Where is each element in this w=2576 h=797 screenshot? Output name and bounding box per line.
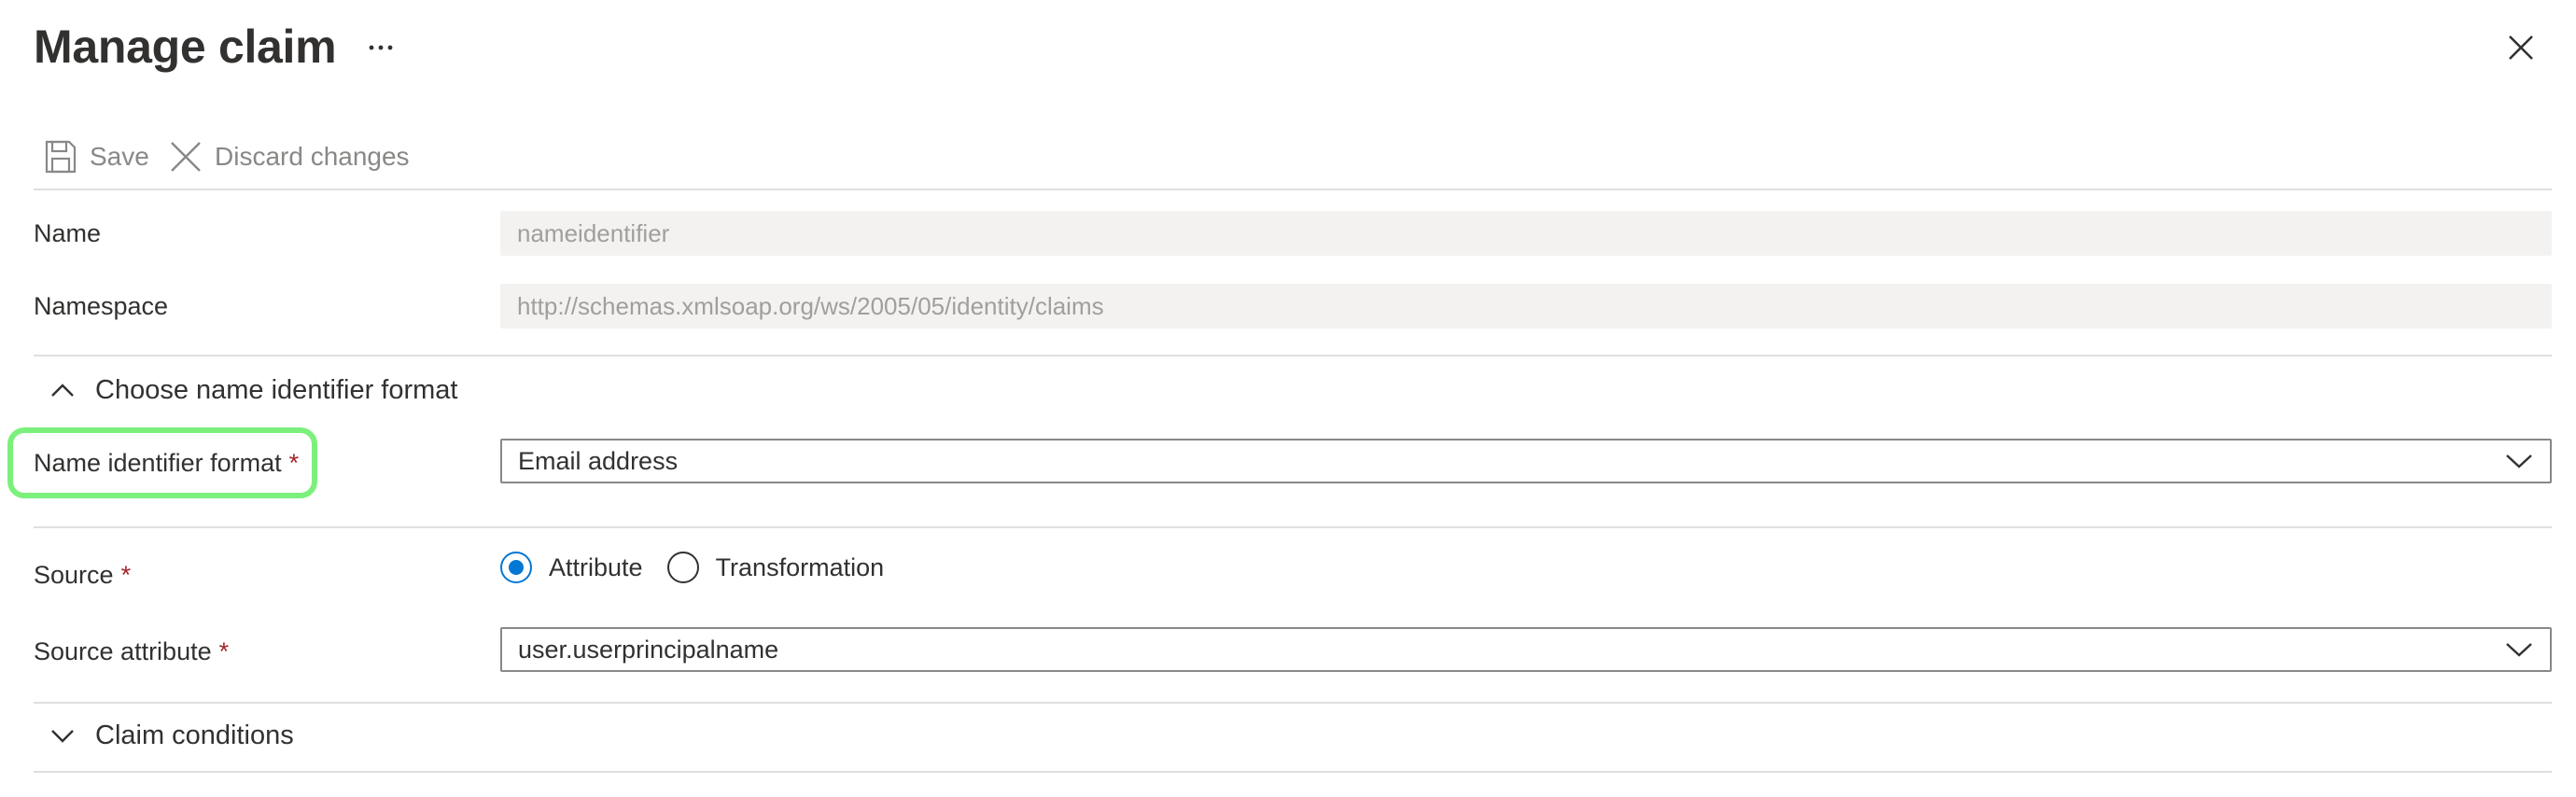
claim-conditions-toggle[interactable]: Claim conditions: [50, 713, 294, 758]
more-options-button[interactable]: [362, 24, 399, 71]
chevron-down-icon: [2505, 636, 2533, 664]
name-identifier-section-title: Choose name identifier format: [95, 374, 458, 405]
radio-attribute-label: Attribute: [549, 552, 643, 581]
radio-transformation-circle[interactable]: [666, 552, 699, 583]
radio-attribute-circle[interactable]: [500, 552, 532, 583]
toolbar-divider: [34, 189, 2552, 190]
close-icon: [2509, 35, 2533, 60]
chevron-down-icon: [2505, 447, 2533, 476]
source-attribute-dropdown[interactable]: user.userprincipalname: [500, 627, 2552, 672]
name-identifier-format-dropdown[interactable]: Email address: [500, 439, 2552, 483]
name-identifier-section-toggle[interactable]: Choose name identifier format: [50, 368, 457, 412]
section-divider: [34, 355, 2552, 357]
source-label-text: Source: [34, 560, 114, 589]
chevron-down-icon: [50, 728, 75, 743]
source-radio-group: Attribute Transformation: [500, 545, 908, 590]
ellipsis-icon: [369, 45, 393, 50]
name-identifier-format-value: Email address: [518, 446, 679, 475]
source-attribute-label-text: Source attribute: [34, 636, 212, 665]
discard-label: Discard changes: [215, 142, 410, 171]
discard-icon: [170, 141, 202, 173]
required-marker: *: [120, 560, 132, 589]
name-identifier-format-label: Name identifier format *: [34, 440, 299, 485]
name-identifier-format-label-text: Name identifier format: [34, 448, 282, 477]
name-field: nameidentifier: [500, 211, 2552, 256]
close-button[interactable]: [2496, 22, 2546, 73]
source-attribute-label: Source attribute *: [34, 629, 229, 674]
namespace-label: Namespace: [34, 291, 169, 320]
save-label: Save: [90, 142, 149, 171]
save-button[interactable]: Save: [45, 131, 149, 183]
source-label: Source *: [34, 552, 131, 597]
source-attribute-value: user.userprincipalname: [518, 635, 779, 664]
discard-changes-button[interactable]: Discard changes: [170, 131, 410, 183]
section-divider: [34, 702, 2552, 704]
section-divider: [34, 526, 2552, 528]
radio-transformation-label: Transformation: [715, 552, 885, 581]
name-label: Name: [34, 218, 102, 247]
radio-transformation[interactable]: Transformation: [666, 552, 885, 583]
save-icon: [45, 140, 77, 174]
bottom-divider: [34, 771, 2552, 773]
required-marker: *: [218, 636, 230, 665]
namespace-field: http://schemas.xmlsoap.org/ws/2005/05/id…: [500, 284, 2552, 329]
page-title: Manage claim: [34, 21, 337, 73]
radio-attribute[interactable]: Attribute: [500, 552, 643, 583]
claim-conditions-title: Claim conditions: [95, 720, 294, 750]
required-marker: *: [288, 448, 300, 477]
chevron-up-icon: [50, 383, 75, 398]
